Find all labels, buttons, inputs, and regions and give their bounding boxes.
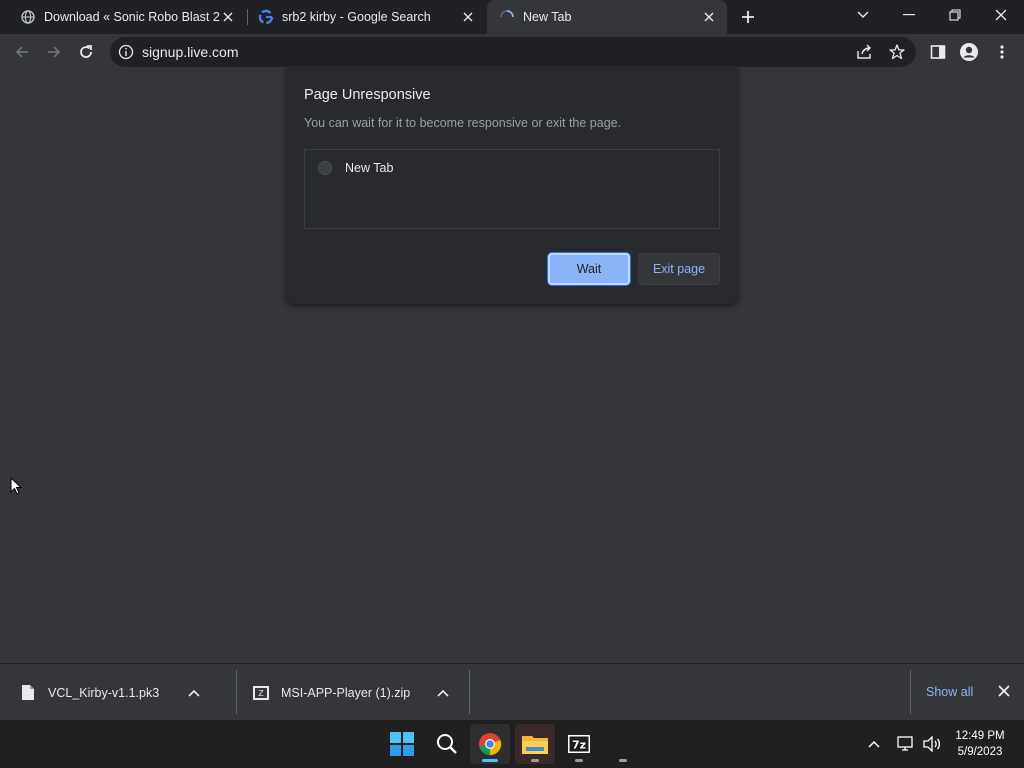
unresponsive-pages-list: New Tab bbox=[304, 149, 720, 229]
browser-toolbar: signup.live.com bbox=[0, 34, 1024, 70]
arrow-right-icon bbox=[48, 46, 61, 58]
close-icon bbox=[995, 9, 1007, 21]
windows-taskbar: 7z 12:49 PM 5/9/2023 bbox=[0, 720, 1024, 768]
chevron-up-icon bbox=[868, 740, 880, 748]
restore-button[interactable] bbox=[932, 0, 978, 30]
restore-icon bbox=[949, 9, 961, 21]
wait-button[interactable]: Wait bbox=[548, 253, 630, 285]
exit-page-button[interactable]: Exit page bbox=[638, 253, 720, 285]
search-button[interactable] bbox=[427, 724, 467, 764]
google-icon bbox=[258, 9, 274, 25]
side-panel-icon[interactable] bbox=[928, 42, 948, 62]
download-filename: VCL_Kirby-v1.1.pk3 bbox=[48, 685, 160, 700]
tab-strip: Download « Sonic Robo Blast 2 – srb2 kir… bbox=[0, 0, 1024, 34]
volume-button[interactable] bbox=[918, 724, 946, 764]
windows-logo-icon bbox=[390, 732, 414, 756]
svg-text:Z: Z bbox=[258, 689, 264, 698]
download-divider bbox=[910, 670, 911, 714]
minimize-button[interactable] bbox=[886, 0, 932, 30]
taskbar-app-button[interactable] bbox=[603, 724, 643, 764]
download-divider bbox=[469, 670, 470, 714]
speaker-icon bbox=[923, 736, 941, 752]
download-filename: MSI-APP-Player (1).zip bbox=[281, 685, 411, 700]
globe-icon bbox=[20, 9, 36, 25]
close-tab-icon[interactable] bbox=[460, 9, 476, 25]
clock-time: 12:49 PM bbox=[955, 730, 1005, 742]
plus-icon bbox=[742, 11, 754, 23]
chevron-down-icon bbox=[857, 11, 869, 18]
close-tab-icon[interactable] bbox=[220, 9, 236, 25]
tab-title: New Tab bbox=[523, 10, 572, 24]
reload-icon bbox=[80, 45, 92, 58]
more-menu-icon[interactable] bbox=[992, 42, 1012, 62]
running-indicator bbox=[575, 759, 583, 762]
forward-button[interactable] bbox=[40, 38, 68, 66]
show-hidden-icons-button[interactable] bbox=[856, 724, 892, 764]
network-icon bbox=[897, 736, 913, 751]
running-indicator bbox=[619, 759, 627, 762]
new-tab-button[interactable] bbox=[736, 5, 760, 29]
page-label: New Tab bbox=[345, 161, 394, 175]
reload-button[interactable] bbox=[72, 38, 100, 66]
tab-new-tab[interactable]: New Tab bbox=[487, 0, 727, 34]
tab-title: srb2 kirby - Google Search bbox=[282, 10, 431, 24]
info-icon[interactable] bbox=[118, 44, 134, 60]
clock-date: 5/9/2023 bbox=[957, 746, 1003, 758]
bookmark-star-icon[interactable] bbox=[888, 43, 906, 66]
page-unresponsive-dialog: Page Unresponsive You can wait for it to… bbox=[286, 66, 738, 304]
loading-spinner-icon bbox=[499, 9, 515, 25]
file-icon bbox=[22, 685, 34, 700]
close-window-button[interactable] bbox=[978, 0, 1024, 30]
network-button[interactable] bbox=[892, 724, 920, 764]
7zip-icon: 7z bbox=[568, 735, 590, 753]
dialog-title: Page Unresponsive bbox=[304, 87, 431, 103]
tab-sonic-download[interactable]: Download « Sonic Robo Blast 2 – bbox=[0, 0, 246, 34]
minimize-icon bbox=[903, 14, 915, 16]
running-indicator bbox=[531, 759, 539, 762]
chevron-up-icon[interactable] bbox=[437, 689, 449, 697]
svg-text:7z: 7z bbox=[572, 739, 586, 752]
tab-search-button[interactable] bbox=[840, 0, 886, 30]
mouse-cursor-icon bbox=[10, 476, 23, 500]
arrow-left-icon bbox=[15, 46, 28, 58]
download-bar: VCL_Kirby-v1.1.pk3 Z MSI-APP-Player (1).… bbox=[0, 663, 1024, 720]
tab-title: Download « Sonic Robo Blast 2 – bbox=[44, 10, 220, 24]
close-tab-icon[interactable] bbox=[701, 9, 717, 25]
chrome-icon bbox=[479, 733, 502, 756]
start-button[interactable] bbox=[382, 724, 422, 764]
system-clock[interactable]: 12:49 PM 5/9/2023 bbox=[950, 728, 1010, 760]
chevron-up-icon[interactable] bbox=[188, 689, 200, 697]
7zip-taskbar-button[interactable]: 7z bbox=[559, 724, 599, 764]
zip-file-icon: Z bbox=[253, 685, 269, 700]
download-item[interactable]: VCL_Kirby-v1.1.pk3 bbox=[0, 664, 236, 721]
back-button[interactable] bbox=[8, 38, 36, 66]
download-item[interactable]: Z MSI-APP-Player (1).zip bbox=[237, 664, 469, 721]
file-explorer-taskbar-button[interactable] bbox=[515, 724, 555, 764]
profile-avatar-icon[interactable] bbox=[959, 42, 979, 62]
close-download-bar-icon[interactable] bbox=[998, 684, 1014, 700]
chrome-taskbar-button[interactable] bbox=[470, 724, 510, 764]
url-text[interactable]: signup.live.com bbox=[142, 44, 239, 60]
show-all-downloads-link[interactable]: Show all bbox=[926, 685, 973, 699]
page-favicon-icon bbox=[318, 161, 332, 175]
folder-icon bbox=[522, 736, 548, 754]
active-indicator bbox=[482, 759, 498, 762]
address-bar[interactable]: signup.live.com bbox=[110, 37, 916, 67]
search-icon bbox=[437, 734, 457, 754]
dialog-description: You can wait for it to become responsive… bbox=[304, 116, 622, 130]
share-icon[interactable] bbox=[855, 43, 873, 66]
tab-google-search[interactable]: srb2 kirby - Google Search bbox=[248, 0, 486, 34]
